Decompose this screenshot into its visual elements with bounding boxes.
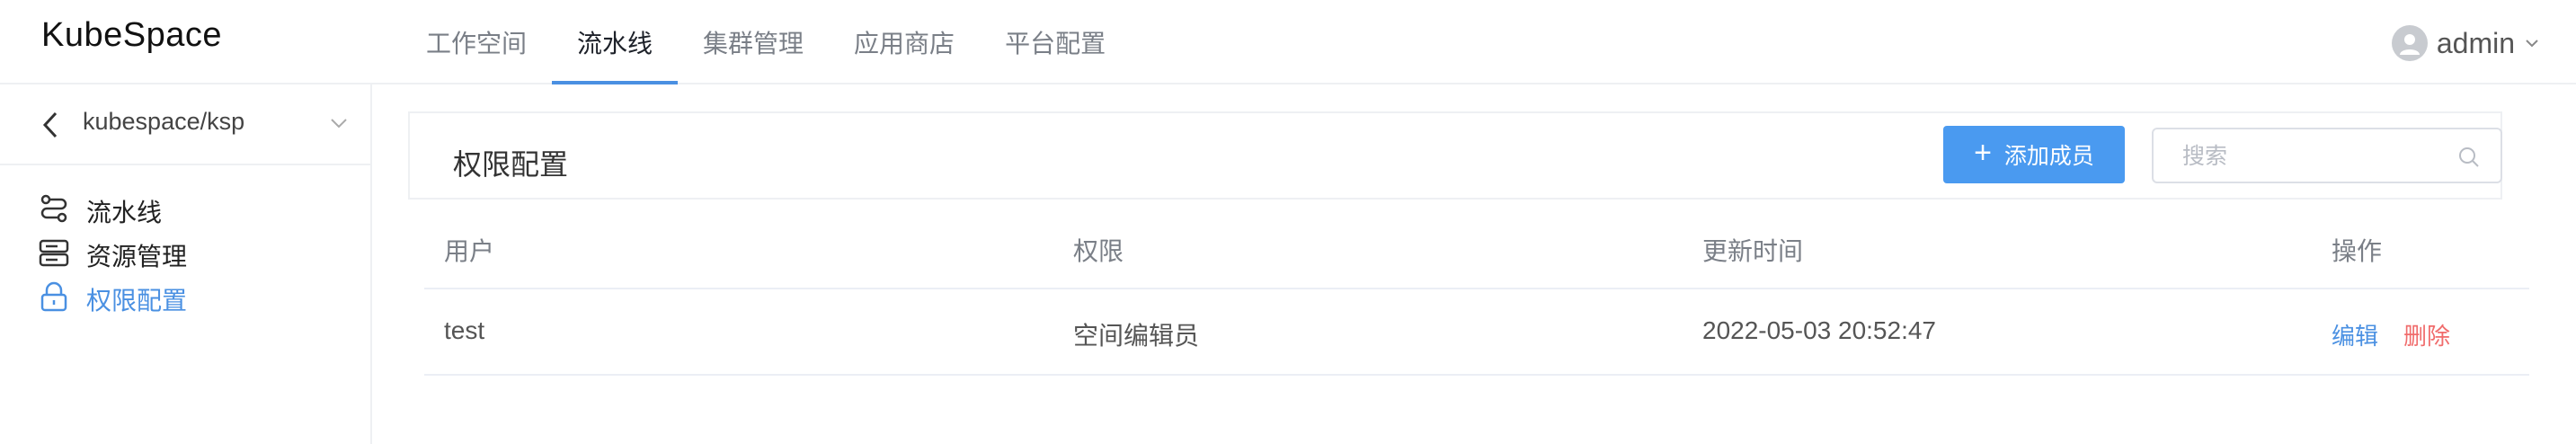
server-icon (39, 239, 69, 267)
page-title: 权限配置 (453, 148, 569, 181)
top-header: KubeSpace 工作空间 流水线 集群管理 应用商店 平台配置 admin (0, 0, 2576, 84)
search-box[interactable] (2152, 128, 2502, 183)
panel-header: 权限配置 + 添加成员 (408, 111, 2502, 200)
sidebar-item-permissions[interactable]: 权限配置 (0, 265, 370, 328)
nav-cluster[interactable]: 集群管理 (678, 0, 829, 84)
add-member-button[interactable]: + 添加成员 (1943, 126, 2125, 183)
chevron-down-icon (331, 119, 347, 129)
user-menu[interactable]: admin (2391, 23, 2540, 63)
cell-user: test (444, 316, 485, 344)
sidebar-item-label: 权限配置 (86, 287, 188, 315)
plus-icon: + (1974, 136, 1992, 170)
back-arrow-icon[interactable] (40, 110, 61, 140)
workspace-selector[interactable]: kubespace/ksp (0, 84, 370, 165)
delete-link[interactable]: 删除 (2403, 318, 2450, 351)
add-member-label: 添加成员 (2003, 144, 2094, 169)
cell-role: 空间编辑员 (1073, 322, 1200, 350)
edit-link[interactable]: 编辑 (2332, 318, 2378, 351)
user-icon (2399, 34, 2420, 55)
table-header: 用户 权限 更新时间 操作 (424, 203, 2529, 289)
column-header-role: 权限 (1073, 237, 1124, 265)
avatar (2391, 25, 2428, 61)
nav-workspace[interactable]: 工作空间 (401, 0, 552, 84)
search-icon[interactable] (2457, 146, 2481, 169)
nav-platform-config[interactable]: 平台配置 (980, 0, 1131, 84)
column-header-updated: 更新时间 (1702, 237, 1804, 265)
sidebar: kubespace/ksp 流水线 资源管理 权限配置 (0, 84, 372, 444)
main-nav: 工作空间 流水线 集群管理 应用商店 平台配置 (401, 0, 1131, 84)
workspace-name: kubespace/ksp (83, 108, 245, 135)
column-header-user: 用户 (444, 237, 495, 265)
pipeline-icon (40, 194, 67, 223)
chevron-down-icon (2526, 40, 2538, 48)
user-name: admin (2436, 26, 2515, 59)
table-row: test 空间编辑员 2022-05-03 20:52:47 编辑 删除 (424, 289, 2529, 376)
members-table: 用户 权限 更新时间 操作 test 空间编辑员 2022-05-03 20:5… (424, 203, 2529, 376)
lock-icon (40, 281, 67, 312)
nav-app-store[interactable]: 应用商店 (829, 0, 980, 84)
search-input[interactable] (2181, 140, 2454, 173)
app-logo[interactable]: KubeSpace (41, 16, 222, 55)
column-header-actions: 操作 (2332, 237, 2383, 265)
cell-updated: 2022-05-03 20:52:47 (1702, 316, 1936, 344)
nav-pipeline[interactable]: 流水线 (552, 0, 679, 84)
